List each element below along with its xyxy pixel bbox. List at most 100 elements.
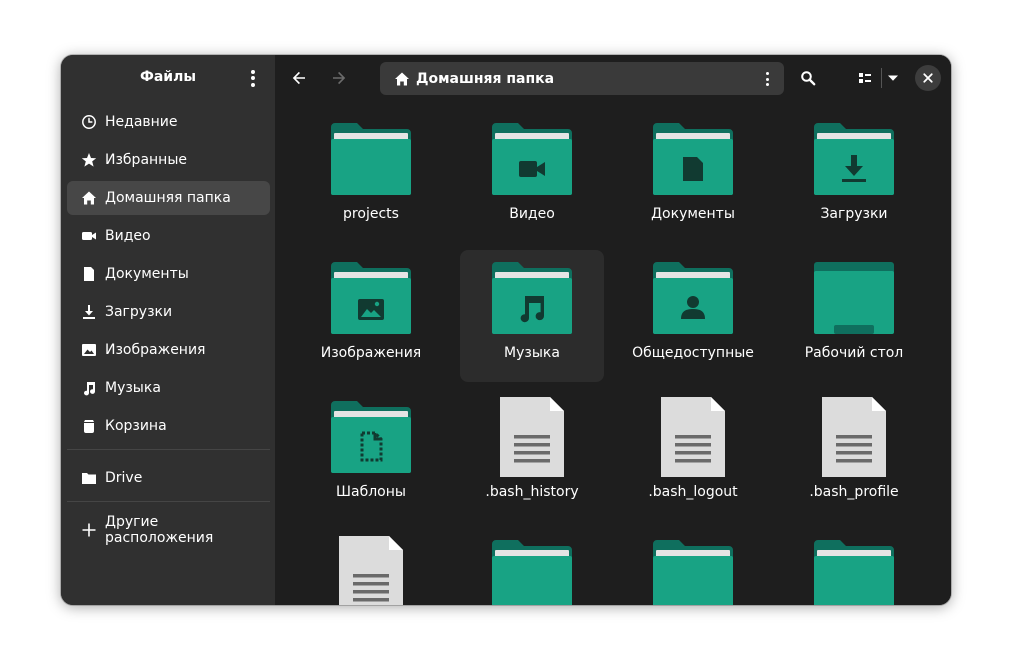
text-file-icon <box>814 397 894 477</box>
sidebar-item-label: Домашняя папка <box>105 190 231 206</box>
folder-item[interactable] <box>460 528 604 605</box>
folder-icon <box>81 470 97 486</box>
path-label: Домашняя папка <box>416 70 555 87</box>
sidebar-item-starred[interactable]: Избранные <box>67 143 270 177</box>
trash-icon <box>81 418 97 434</box>
sidebar-separator <box>67 449 270 450</box>
path-bar[interactable]: Домашняя папка <box>380 62 784 95</box>
sidebar-item-label: Другие расположения <box>105 514 214 546</box>
folder-item[interactable]: projects <box>299 111 443 243</box>
main-content: Домашняя папка projects Видео Документы … <box>275 55 951 605</box>
view-options-button[interactable] <box>879 64 907 92</box>
folder-item[interactable] <box>782 528 926 605</box>
item-name: projects <box>343 206 399 222</box>
music-note-icon <box>81 380 97 396</box>
back-button[interactable] <box>285 64 313 92</box>
sidebar-item-label: Избранные <box>105 152 187 168</box>
template-folder-icon <box>331 397 411 477</box>
download-icon <box>81 304 97 320</box>
clock-icon <box>81 114 97 130</box>
video-camera-icon <box>81 228 97 244</box>
sidebar-item-label: Документы <box>105 266 189 282</box>
sidebar-item-label: Корзина <box>105 418 167 434</box>
sidebar-item-trash[interactable]: Корзина <box>67 409 270 443</box>
search-button[interactable] <box>794 64 822 92</box>
folder-icon <box>814 536 894 605</box>
close-icon <box>923 73 933 83</box>
forward-button[interactable] <box>325 64 353 92</box>
close-button[interactable] <box>915 65 941 91</box>
item-name: Общедоступные <box>632 345 754 361</box>
item-name: Рабочий стол <box>804 345 904 361</box>
folder-item[interactable] <box>621 528 765 605</box>
item-name: .bash_logout <box>648 484 738 500</box>
sidebar-item-label: Изображения <box>105 342 206 358</box>
file-item[interactable]: .bash_history <box>460 389 604 521</box>
sidebar-item-videos[interactable]: Видео <box>67 219 270 253</box>
search-icon <box>801 71 816 86</box>
item-name: Изображения <box>320 345 422 361</box>
item-name: .bash_history <box>485 484 579 500</box>
main-menu-button[interactable] <box>242 67 264 89</box>
item-name: Видео <box>509 206 555 222</box>
download-folder-icon <box>814 119 894 199</box>
star-icon <box>81 152 97 168</box>
file-manager-window: Файлы Недавние Избранные Домашняя папка … <box>61 55 951 605</box>
text-file-icon <box>653 397 733 477</box>
plus-icon <box>81 522 97 538</box>
sidebar-item-documents[interactable]: Документы <box>67 257 270 291</box>
desktop-folder-icon <box>814 258 894 338</box>
sidebar-item-recent[interactable]: Недавние <box>67 105 270 139</box>
sidebar-item-label: Загрузки <box>105 304 173 320</box>
sidebar-item-label: Музыка <box>105 380 161 396</box>
folder-item[interactable]: Загрузки <box>782 111 926 243</box>
sidebar-item-downloads[interactable]: Загрузки <box>67 295 270 329</box>
list-view-icon <box>859 73 871 83</box>
sidebar-item-label: Drive <box>105 470 143 486</box>
video-folder-icon <box>492 119 572 199</box>
folder-item[interactable]: Рабочий стол <box>782 250 926 382</box>
arrow-right-icon <box>333 71 346 85</box>
folder-item[interactable]: Видео <box>460 111 604 243</box>
sidebar-separator <box>67 501 270 502</box>
text-file-icon <box>492 397 572 477</box>
image-icon <box>81 342 97 358</box>
sidebar-item-pictures[interactable]: Изображения <box>67 333 270 367</box>
folder-icon <box>492 536 572 605</box>
sidebar-header: Файлы <box>61 55 275 101</box>
folder-item[interactable]: Музыка <box>460 250 604 382</box>
view-mode-button[interactable] <box>851 64 879 92</box>
path-menu-button[interactable] <box>756 68 778 90</box>
music-folder-icon <box>492 258 572 338</box>
sidebar-item-drive[interactable]: Drive <box>67 461 270 495</box>
text-file-icon <box>331 536 411 605</box>
sidebar-item-label: Видео <box>105 228 151 244</box>
folder-item[interactable]: Общедоступные <box>621 250 765 382</box>
file-item[interactable]: .bash_profile <box>782 389 926 521</box>
arrow-left-icon <box>292 71 305 85</box>
file-grid: projects Видео Документы Загрузки Изобра… <box>275 101 951 605</box>
folder-item[interactable]: Изображения <box>299 250 443 382</box>
person-folder-icon <box>653 258 733 338</box>
folder-item[interactable]: Документы <box>621 111 765 243</box>
chevron-down-icon <box>888 75 898 81</box>
document-icon <box>81 266 97 282</box>
item-name: Загрузки <box>820 206 888 222</box>
file-item[interactable]: .bash_logout <box>621 389 765 521</box>
item-name: Документы <box>651 206 735 222</box>
header-bar: Домашняя папка <box>275 55 951 101</box>
sidebar: Файлы Недавние Избранные Домашняя папка … <box>61 55 275 605</box>
sidebar-item-home[interactable]: Домашняя папка <box>67 181 270 215</box>
item-name: Музыка <box>504 345 560 361</box>
item-name: .bash_profile <box>809 484 899 500</box>
item-name: Шаблоны <box>336 484 406 500</box>
sidebar-item-music[interactable]: Музыка <box>67 371 270 405</box>
image-folder-icon <box>331 258 411 338</box>
places-list: Недавние Избранные Домашняя папка Видео <box>67 105 270 551</box>
folder-icon <box>653 536 733 605</box>
file-item[interactable] <box>299 528 443 605</box>
folder-item[interactable]: Шаблоны <box>299 389 443 521</box>
sidebar-item-other-locations[interactable]: Другие расположения <box>67 513 270 547</box>
document-folder-icon <box>653 119 733 199</box>
sidebar-item-label: Недавние <box>105 114 178 130</box>
